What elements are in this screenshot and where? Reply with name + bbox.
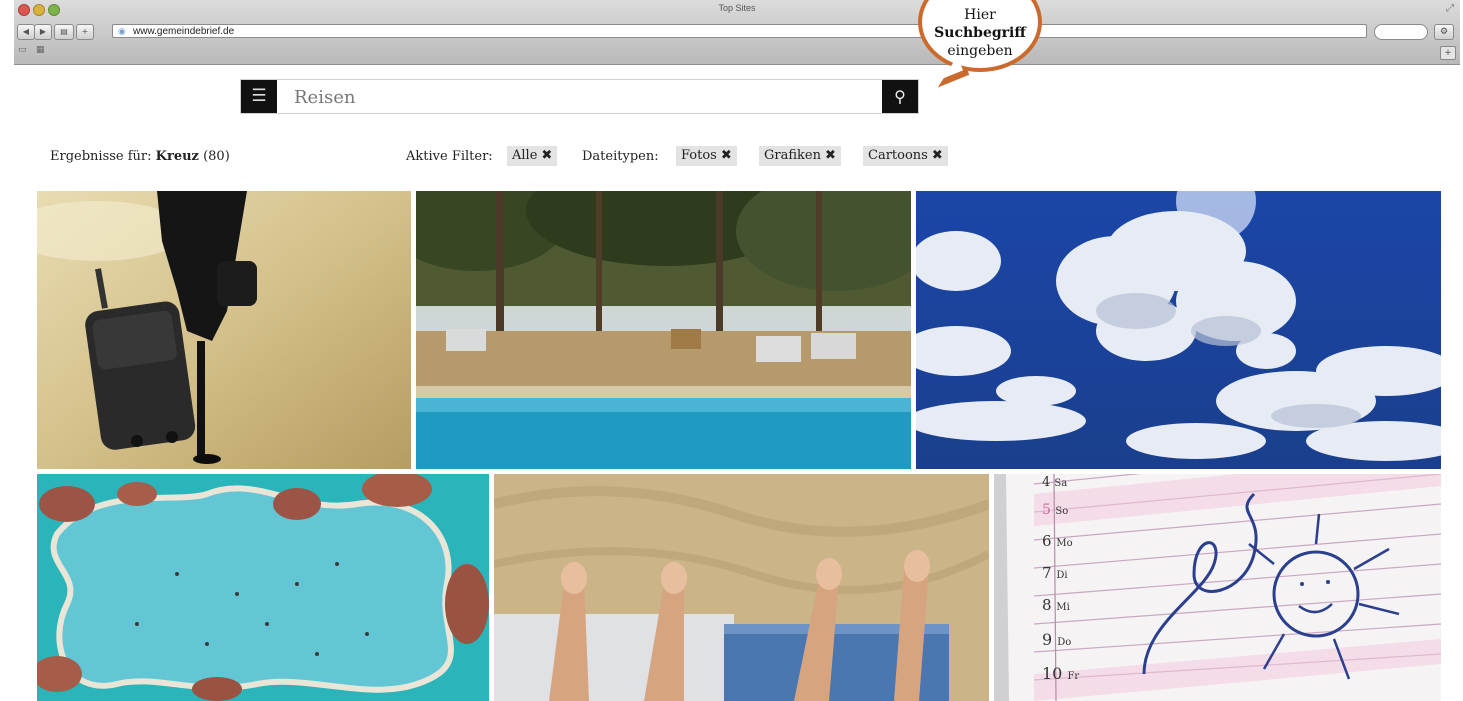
chip-label: Fotos	[681, 148, 717, 163]
sky-photo	[916, 191, 1441, 469]
calendar-day-name: Mi	[1056, 602, 1070, 613]
top-sites-icon[interactable]: ▦	[36, 45, 45, 55]
filter-chip-cartoons[interactable]: Cartoons ✖	[863, 146, 948, 166]
result-image-suitcase[interactable]	[37, 191, 411, 469]
reading-list-icon[interactable]: ▭	[18, 45, 27, 55]
calendar-day-name: Fr	[1067, 671, 1080, 682]
callout-line-2: Suchbegriff	[934, 25, 1026, 41]
filter-chip-fotos[interactable]: Fotos ✖	[676, 146, 737, 166]
result-image-resort-pool[interactable]	[416, 191, 911, 469]
new-tab-button[interactable]: +	[1440, 46, 1456, 60]
close-icon[interactable]: ✖	[825, 148, 836, 163]
calendar-day-number: 4	[1042, 475, 1051, 490]
calendar-day-name: Do	[1057, 637, 1072, 648]
calendar-day-name: Mo	[1056, 538, 1073, 549]
calendar-day-number: 7	[1042, 564, 1052, 582]
calendar-day-number: 8	[1042, 596, 1052, 614]
results-count: (80)	[203, 149, 230, 164]
search-icon[interactable]: ⚲	[882, 80, 918, 113]
globe-icon: ◉	[118, 27, 126, 37]
result-image-sky[interactable]	[916, 191, 1441, 469]
browser-window: Top Sites ⤢ ◀ ▶ ▤ + ◉ www.gemeindebrief.…	[14, 0, 1460, 701]
result-image-calendar[interactable]: 4 Sa 5 So 6 Mo 7 Di 8 Mi 9 Do 10 Fr	[994, 474, 1441, 701]
filter-chip-grafiken[interactable]: Grafiken ✖	[759, 146, 841, 166]
calendar-day-name: Di	[1056, 570, 1068, 581]
callout-line-1: Hier	[964, 7, 996, 23]
address-text: www.gemeindebrief.de	[133, 26, 235, 37]
calendar-day-name: So	[1055, 506, 1069, 517]
window-title: Top Sites	[718, 3, 756, 13]
results-summary: Ergebnisse für: Kreuz (80)	[50, 149, 230, 164]
filter-chip-alle[interactable]: Alle ✖	[507, 146, 558, 166]
forward-button[interactable]: ▶	[34, 24, 52, 40]
calendar-day: 7 Di	[1042, 564, 1068, 582]
browser-search-field[interactable]	[1374, 24, 1428, 40]
add-bookmark-button[interactable]: +	[76, 24, 94, 40]
calendar-day-number: 6	[1042, 532, 1052, 550]
search-bar: ☰ ⚲	[240, 79, 919, 114]
result-image-aerial-pool[interactable]	[37, 474, 489, 701]
resize-icon[interactable]: ⤢	[1446, 3, 1454, 14]
close-icon[interactable]: ✖	[721, 148, 732, 163]
calendar-day-name: Sa	[1054, 478, 1068, 489]
resort-pool-photo	[416, 191, 911, 469]
calendar-day: 5 So	[1042, 502, 1068, 518]
calendar-day-number: 10	[1042, 664, 1063, 683]
address-bar[interactable]: ◉ www.gemeindebrief.de	[112, 24, 1367, 38]
beach-legs-photo	[494, 474, 989, 701]
active-filter-label: Aktive Filter:	[406, 149, 493, 164]
calendar-day: 6 Mo	[1042, 532, 1073, 550]
search-input[interactable]	[292, 84, 856, 110]
calendar-days: 4 Sa 5 So 6 Mo 7 Di 8 Mi 9 Do 10 Fr	[1042, 474, 1092, 701]
calendar-day-number: 9	[1042, 630, 1053, 649]
chip-label: Grafiken	[764, 148, 821, 163]
calendar-day: 8 Mi	[1042, 596, 1070, 614]
file-types-label: Dateitypen:	[582, 149, 659, 164]
results-label: Ergebnisse für:	[50, 149, 152, 164]
result-image-beach-legs[interactable]	[494, 474, 989, 701]
chip-label: Cartoons	[868, 148, 928, 163]
back-button[interactable]: ◀	[17, 24, 35, 40]
calendar-day: 4 Sa	[1042, 475, 1067, 490]
aerial-pool-photo	[37, 474, 489, 701]
bookmarks-button[interactable]: ▤	[54, 24, 74, 40]
calendar-day-number: 5	[1042, 502, 1051, 518]
calendar-day: 10 Fr	[1042, 664, 1079, 683]
suitcase-photo	[37, 191, 411, 469]
close-icon[interactable]: ✖	[932, 148, 943, 163]
calendar-day: 9 Do	[1042, 630, 1071, 649]
browser-toolbar: Top Sites ⤢ ◀ ▶ ▤ + ◉ www.gemeindebrief.…	[14, 0, 1460, 65]
callout-text: Hier Suchbegriff eingeben	[922, 6, 1038, 60]
close-icon[interactable]: ✖	[541, 148, 552, 163]
chip-label: Alle	[512, 148, 538, 163]
gear-icon[interactable]: ⚙	[1434, 24, 1454, 40]
results-term: Kreuz	[155, 149, 199, 164]
list-icon[interactable]: ☰	[241, 80, 277, 113]
